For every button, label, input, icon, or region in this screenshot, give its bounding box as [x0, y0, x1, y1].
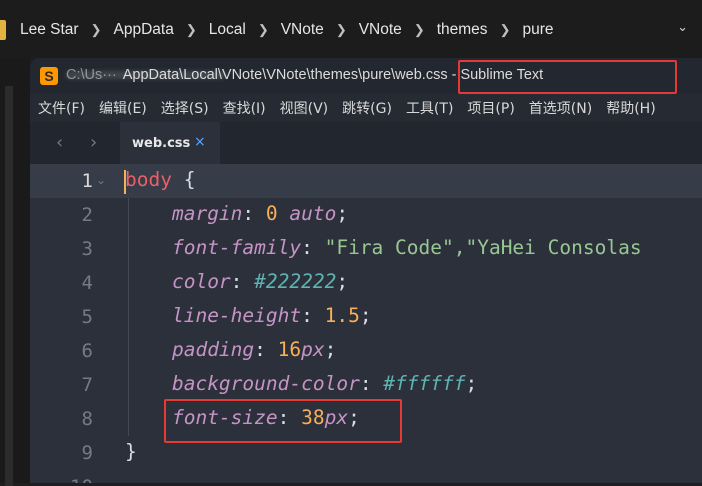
breadcrumb-item-local[interactable]: Local	[209, 21, 246, 39]
code-line[interactable]: 9 }	[30, 436, 702, 470]
menu-help[interactable]: 帮助(H)	[606, 98, 655, 118]
code-line[interactable]: 5 line-height: 1.5;	[30, 300, 702, 334]
line-number: 9	[81, 442, 93, 464]
code-line[interactable]: 10	[30, 470, 702, 483]
tab-label: web.css	[132, 136, 191, 151]
menu-selection[interactable]: 选择(S)	[161, 98, 209, 118]
chevron-down-icon[interactable]: ⌄	[677, 20, 688, 35]
line-number: 5	[81, 306, 93, 328]
code-line[interactable]: 4 color: #222222;	[30, 266, 702, 300]
line-number: 3	[81, 238, 93, 260]
line-number: 10	[30, 476, 93, 483]
title-bar[interactable]: S C:\Us··· AppData\Local\VNote\VNote\them…	[30, 58, 702, 94]
code-text: line-height: 1.5;	[171, 304, 372, 327]
chevron-right-icon[interactable]: ❯	[91, 22, 102, 38]
sublime-window: S C:\Us··· AppData\Local\VNote\VNote\them…	[30, 58, 702, 483]
code-line[interactable]: 7 background-color: #ffffff;	[30, 368, 702, 402]
menu-bar: 文件(F) 编辑(E) 选择(S) 查找(I) 视图(V) 跳转(G) 工具(T…	[30, 94, 702, 122]
menu-project[interactable]: 项目(P)	[467, 98, 514, 118]
code-text: padding: 16px;	[171, 338, 337, 361]
nav-pane-scrollbar[interactable]	[5, 86, 13, 486]
explorer-address-bar: Lee Star ❯ AppData ❯ Local ❯ VNote ❯ VNo…	[0, 0, 702, 58]
menu-tools[interactable]: 工具(T)	[406, 98, 453, 118]
line-number: 8	[81, 408, 93, 430]
breadcrumb: Lee Star ❯ AppData ❯ Local ❯ VNote ❯ VNo…	[0, 18, 554, 42]
folder-icon	[0, 20, 6, 40]
fold-arrow-icon[interactable]: ⌄	[96, 173, 106, 187]
code-text: margin: 0 auto;	[171, 202, 349, 225]
code-text: font-family: "Fira Code","YaHei Consolas	[171, 236, 642, 259]
breadcrumb-item-appdata[interactable]: AppData	[114, 21, 174, 39]
code-line[interactable]: 1 ⌄ body {	[30, 164, 702, 198]
line-number: 4	[81, 272, 93, 294]
chevron-right-icon[interactable]: ❯	[258, 22, 269, 38]
line-number: 2	[81, 204, 93, 226]
code-line[interactable]: 2 margin: 0 auto;	[30, 198, 702, 232]
menu-edit[interactable]: 编辑(E)	[99, 98, 147, 118]
tab-bar: ‹ › web.css ×	[30, 122, 702, 164]
chevron-right-icon[interactable]: ❯	[336, 22, 347, 38]
sublime-logo-icon: S	[40, 67, 58, 85]
menu-preferences[interactable]: 首选项(N)	[529, 98, 592, 118]
breadcrumb-item-user[interactable]: Lee Star	[20, 21, 79, 39]
code-editor[interactable]: 1 ⌄ body { 2 margin: 0 auto; 3 font-fami…	[30, 164, 702, 483]
window-title: C:\Us··· AppData\Local\VNote\VNote\themes…	[66, 67, 544, 83]
breadcrumb-item-vnote-inner[interactable]: VNote	[359, 21, 402, 39]
breadcrumb-item-vnote[interactable]: VNote	[281, 21, 324, 39]
breadcrumb-item-themes[interactable]: themes	[437, 21, 488, 39]
code-text: font-size: 38px;	[171, 406, 360, 429]
breadcrumb-item-pure[interactable]: pure	[522, 21, 553, 39]
code-text: body {	[125, 168, 196, 191]
code-line[interactable]: 3 font-family: "Fira Code","YaHei Consol…	[30, 232, 702, 266]
chevron-right-icon[interactable]: ❯	[414, 22, 425, 38]
chevron-right-icon[interactable]: ›	[90, 132, 97, 153]
code-line[interactable]: 6 padding: 16px;	[30, 334, 702, 368]
explorer-nav-pane	[0, 58, 30, 486]
menu-file[interactable]: 文件(F)	[38, 98, 85, 118]
tab-web-css[interactable]: web.css ×	[120, 122, 220, 164]
line-number: 7	[81, 374, 93, 396]
line-number: 6	[81, 340, 93, 362]
code-text: background-color: #ffffff;	[171, 372, 478, 395]
code-text: color: #222222;	[171, 270, 349, 293]
chevron-left-icon[interactable]: ‹	[56, 132, 63, 153]
code-text: }	[125, 440, 137, 463]
chevron-right-icon[interactable]: ❯	[186, 22, 197, 38]
line-number: 1	[81, 170, 93, 192]
chevron-right-icon[interactable]: ❯	[500, 22, 511, 38]
code-line[interactable]: 8 font-size: 38px;	[30, 402, 702, 436]
menu-find[interactable]: 查找(I)	[223, 98, 266, 118]
menu-goto[interactable]: 跳转(G)	[342, 98, 392, 118]
menu-view[interactable]: 视图(V)	[280, 98, 329, 118]
close-icon[interactable]: ×	[194, 134, 206, 150]
